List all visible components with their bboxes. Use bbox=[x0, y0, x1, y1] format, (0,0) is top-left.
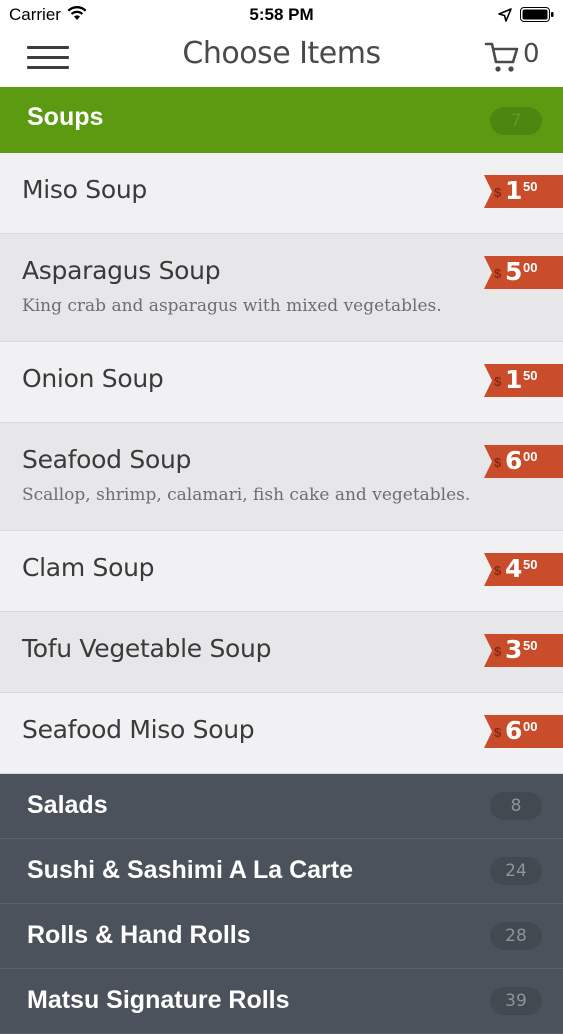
price-currency: $ bbox=[494, 455, 502, 470]
category-count-badge: 24 bbox=[490, 857, 542, 885]
price-cents: 00 bbox=[523, 719, 538, 734]
price-tag: $1 50 bbox=[484, 175, 563, 208]
price-tag: $6 00 bbox=[484, 715, 563, 748]
price-whole: 3 bbox=[505, 635, 523, 664]
item-name: Onion Soup bbox=[22, 364, 164, 393]
item-name: Tofu Vegetable Soup bbox=[22, 634, 272, 663]
price-tag: $1 50 bbox=[484, 364, 563, 397]
price-currency: $ bbox=[494, 725, 502, 740]
status-time: 5:58 PM bbox=[249, 5, 314, 24]
price-cents: 00 bbox=[523, 449, 538, 464]
menu-item[interactable]: Clam Soup $4 50 bbox=[0, 531, 563, 612]
item-description: Scallop, shrimp, calamari, fish cake and… bbox=[22, 485, 471, 505]
menu-item[interactable]: Miso Soup $1 50 bbox=[0, 153, 563, 234]
price-whole: 6 bbox=[505, 446, 523, 475]
price-tag: $4 50 bbox=[484, 553, 563, 586]
category-header-active[interactable]: Soups 7 bbox=[0, 87, 563, 153]
menu-item[interactable]: Onion Soup $1 50 bbox=[0, 342, 563, 423]
item-name: Miso Soup bbox=[22, 175, 147, 204]
price-cents: 00 bbox=[523, 260, 538, 275]
category-count-badge: 39 bbox=[490, 987, 542, 1015]
category-name: Salads bbox=[27, 791, 108, 819]
price-whole: 6 bbox=[505, 716, 523, 745]
status-bar: Carrier 5:58 PM bbox=[0, 0, 563, 30]
price-tag: $3 50 bbox=[484, 634, 563, 667]
price-currency: $ bbox=[494, 266, 502, 281]
page-title: Choose Items bbox=[182, 36, 381, 71]
price-whole: 5 bbox=[505, 257, 523, 286]
price-cents: 50 bbox=[523, 557, 538, 572]
price-currency: $ bbox=[494, 644, 502, 659]
category-row[interactable]: Sushi & Sashimi A La Carte 24 bbox=[0, 839, 563, 904]
price-currency: $ bbox=[494, 374, 502, 389]
price-whole: 1 bbox=[505, 365, 523, 394]
item-name: Seafood Soup bbox=[22, 445, 192, 474]
item-description: King crab and asparagus with mixed veget… bbox=[22, 296, 442, 316]
category-row[interactable]: Salads 8 bbox=[0, 774, 563, 839]
price-whole: 1 bbox=[505, 176, 523, 205]
menu-item[interactable]: Seafood Miso Soup $6 00 bbox=[0, 693, 563, 774]
category-row[interactable]: Rolls & Hand Rolls 28 bbox=[0, 904, 563, 969]
category-row[interactable]: Matsu Signature Rolls 39 bbox=[0, 969, 563, 1034]
cart-count[interactable]: 0 bbox=[523, 39, 540, 69]
menu-item[interactable]: Seafood Soup Scallop, shrimp, calamari, f… bbox=[0, 423, 563, 531]
category-list: Salads 8 Sushi & Sashimi A La Carte 24 Rolls… bbox=[0, 774, 563, 1034]
category-name: Soups bbox=[27, 103, 104, 131]
price-cents: 50 bbox=[523, 638, 538, 653]
category-count-badge: 28 bbox=[490, 922, 542, 950]
item-name: Clam Soup bbox=[22, 553, 155, 582]
category-count-badge: 8 bbox=[490, 792, 542, 820]
item-name: Asparagus Soup bbox=[22, 256, 221, 285]
category-name: Matsu Signature Rolls bbox=[27, 986, 290, 1014]
price-tag: $6 00 bbox=[484, 445, 563, 478]
price-tag: $5 00 bbox=[484, 256, 563, 289]
price-cents: 50 bbox=[523, 368, 538, 383]
location-arrow-icon bbox=[498, 8, 512, 22]
category-count-badge: 7 bbox=[490, 107, 542, 135]
price-whole: 4 bbox=[505, 554, 523, 583]
cart-icon[interactable] bbox=[484, 40, 520, 74]
price-cents: 50 bbox=[523, 179, 538, 194]
nav-bar: Choose Items 0 bbox=[0, 30, 563, 87]
battery-icon bbox=[520, 7, 554, 22]
item-name: Seafood Miso Soup bbox=[22, 715, 255, 744]
category-name: Rolls & Hand Rolls bbox=[27, 921, 251, 949]
price-currency: $ bbox=[494, 563, 502, 578]
category-name: Sushi & Sashimi A La Carte bbox=[27, 856, 354, 884]
price-currency: $ bbox=[494, 185, 502, 200]
menu-item-list: Miso Soup $1 50 Asparagus Soup King crab and… bbox=[0, 153, 563, 774]
menu-item[interactable]: Tofu Vegetable Soup $3 50 bbox=[0, 612, 563, 693]
menu-item[interactable]: Asparagus Soup King crab and asparagus wi… bbox=[0, 234, 563, 342]
